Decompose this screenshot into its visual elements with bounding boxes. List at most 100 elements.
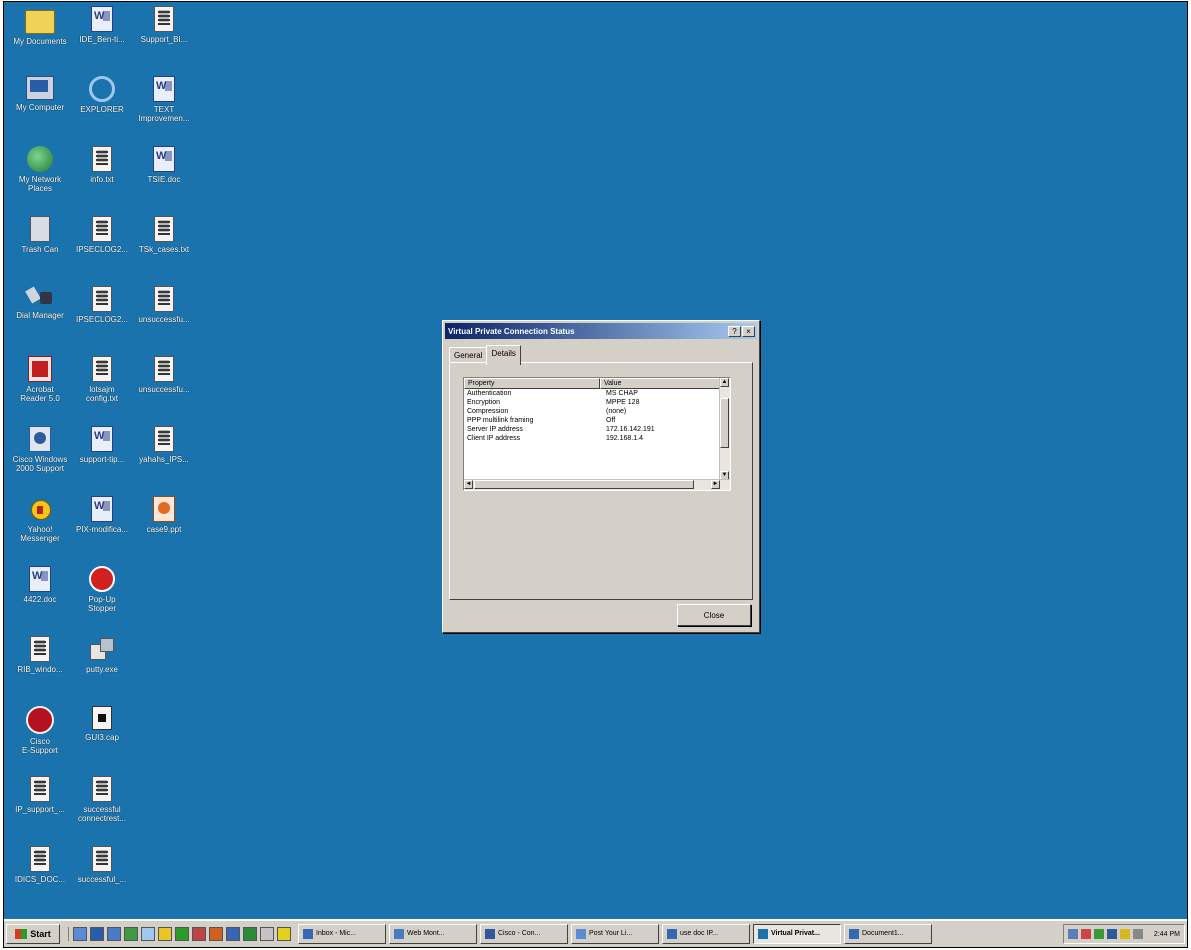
folder-quick-icon[interactable] <box>158 927 172 941</box>
desktop-icon-label: Yahoo! Messenger <box>20 525 60 543</box>
desktop-icon[interactable]: My Documents <box>6 6 74 46</box>
desktop-icon[interactable]: successful connectrest... <box>68 776 136 823</box>
tray-app-icon[interactable] <box>1080 929 1091 939</box>
horizontal-scrollbar[interactable]: ◄ ► <box>464 479 730 490</box>
list-row[interactable]: Client IP address 192.168.1.4 <box>464 434 730 443</box>
start-button[interactable]: Start <box>6 924 60 944</box>
clock[interactable]: 2:44 PM <box>1154 931 1180 938</box>
word-doc-icon <box>153 76 175 102</box>
taskbar-button[interactable]: Web Mont... <box>389 924 477 944</box>
taskbar-button[interactable]: Virtual Privat... <box>753 924 841 944</box>
taskbar-button[interactable]: Document1... <box>844 924 932 944</box>
desktop-icon[interactable]: info.txt <box>68 146 136 184</box>
desktop-icon[interactable]: IDICS_DOC... <box>6 846 74 884</box>
desktop-icon[interactable]: putty.exe <box>68 636 136 674</box>
list-row[interactable]: Encryption MPPE 128 <box>464 398 730 407</box>
desktop-icon[interactable]: TEXT Improvemen... <box>130 76 198 123</box>
horizontal-scroll-thumb[interactable] <box>474 480 694 489</box>
tab-general[interactable]: General <box>449 347 488 363</box>
taskbar-button[interactable]: Cisco - Con... <box>480 924 568 944</box>
show-desktop-icon[interactable] <box>73 927 87 941</box>
column-header-property[interactable]: Property <box>464 378 600 389</box>
taskbar-button[interactable]: use doc IP... <box>662 924 750 944</box>
desktop-icon[interactable]: Yahoo! Messenger <box>6 496 74 543</box>
desktop-icon[interactable]: GUI3.cap <box>68 706 136 742</box>
scroll-left-arrow-icon[interactable]: ◄ <box>464 480 473 489</box>
desktop-icon[interactable]: EXPLORER <box>68 76 136 114</box>
desktop-icon[interactable]: successful_... <box>68 846 136 884</box>
desktop-icon[interactable]: Acrobat Reader 5.0 <box>6 356 74 403</box>
dialog-titlebar[interactable]: Virtual Private Connection Status ? × <box>445 323 757 339</box>
popup-stopper-icon <box>89 566 115 592</box>
ie-icon[interactable] <box>107 927 121 941</box>
taskbar-button-label: Web Mont... <box>407 930 445 937</box>
text-file-icon <box>92 286 112 312</box>
desktop-icon[interactable]: IP_support_... <box>6 776 74 814</box>
taskbar-button[interactable]: Inbox - Mic... <box>298 924 386 944</box>
vertical-scroll-thumb[interactable] <box>720 398 729 448</box>
desktop-icon-label: GUI3.cap <box>85 733 119 742</box>
green-app-icon[interactable] <box>175 927 189 941</box>
details-list[interactable]: Property Value Authentication MS CHAP Encr… <box>463 377 731 491</box>
desktop-icon[interactable]: Cisco Windows 2000 Support <box>6 426 74 473</box>
desktop-icon[interactable]: support-tip... <box>68 426 136 464</box>
taskbar-button[interactable]: Post Your Li... <box>571 924 659 944</box>
tab-details[interactable]: Details <box>486 345 521 365</box>
column-header-value[interactable]: Value <box>600 378 720 389</box>
desktop-icon[interactable]: lotsajm config.txt <box>68 356 136 403</box>
close-button[interactable]: Close <box>677 604 751 626</box>
vpn-tray-icon[interactable] <box>1106 929 1117 939</box>
text-file-icon <box>92 776 112 802</box>
text-file-icon <box>92 846 112 872</box>
desktop-icon-label: IDE_Ben-ti... <box>79 35 125 44</box>
volume-icon[interactable] <box>1132 929 1143 939</box>
desktop-icon[interactable]: PIX-modifica... <box>68 496 136 534</box>
tray-app-icon[interactable] <box>1093 929 1104 939</box>
yellow-quick-icon[interactable] <box>277 927 291 941</box>
network-tray-icon[interactable] <box>1067 929 1078 939</box>
desktop-icon[interactable]: case9.ppt <box>130 496 198 534</box>
desktop-icon[interactable]: 4422.doc <box>6 566 74 604</box>
excel-quick-icon[interactable] <box>243 927 257 941</box>
list-row[interactable]: Compression (none) <box>464 407 730 416</box>
desktop-icon[interactable]: RIB_windo... <box>6 636 74 674</box>
list-row[interactable]: Authentication MS CHAP <box>464 389 730 398</box>
desktop-icon[interactable]: Support_BI... <box>130 6 198 44</box>
red-app-icon[interactable] <box>192 927 206 941</box>
desktop-icon-label: Support_BI... <box>140 35 188 44</box>
desktop-icon[interactable]: unsuccessfu... <box>130 356 198 394</box>
desktop-icon[interactable]: My Network Places <box>6 146 74 193</box>
desktop-icon[interactable]: yahahs_IPS... <box>130 426 198 464</box>
text-file-icon <box>92 216 112 242</box>
close-x-button[interactable]: × <box>742 325 755 337</box>
desktop-icon[interactable]: Pop-Up Stopper <box>68 566 136 613</box>
desktop-icon[interactable]: IPSECLOG2... <box>68 216 136 254</box>
desktop-icon[interactable]: Dial Manager <box>6 286 74 320</box>
scroll-up-arrow-icon[interactable]: ▲ <box>720 378 729 387</box>
list-row[interactable]: Server IP address 172.16.142.191 <box>464 425 730 434</box>
desktop-icon[interactable]: Cisco E-Support <box>6 706 74 755</box>
desktop-icon[interactable]: Trash Can <box>6 216 74 254</box>
help-button[interactable]: ? <box>728 325 741 337</box>
desktop-icon[interactable]: unsuccessfu... <box>130 286 198 324</box>
desktop-icon-label: 4422.doc <box>23 595 57 604</box>
desktop-icon[interactable]: IDE_Ben-ti... <box>68 6 136 44</box>
folder-icon <box>25 10 55 34</box>
explorer-icon[interactable] <box>141 927 155 941</box>
desktop-icon[interactable]: TSIE.doc <box>130 146 198 184</box>
network-icon[interactable] <box>124 927 138 941</box>
desktop-icon[interactable]: My Computer <box>6 76 74 112</box>
desktop-icon[interactable]: IPSECLOG2... <box>68 286 136 324</box>
tray-app-icon[interactable] <box>1119 929 1130 939</box>
scroll-right-arrow-icon[interactable]: ► <box>711 480 720 489</box>
list-row[interactable]: PPP multilink framing Off <box>464 416 730 425</box>
app-icon <box>667 929 677 939</box>
outlook-icon[interactable] <box>90 927 104 941</box>
desktop-icon[interactable]: TSk_cases.txt <box>130 216 198 254</box>
vertical-scrollbar[interactable]: ▲ ▼ <box>719 378 730 490</box>
app-quick-icon[interactable] <box>260 927 274 941</box>
word-quick-icon[interactable] <box>226 927 240 941</box>
network-places-icon <box>27 146 53 172</box>
cell-property: Client IP address <box>467 435 521 442</box>
orange-app-icon[interactable] <box>209 927 223 941</box>
